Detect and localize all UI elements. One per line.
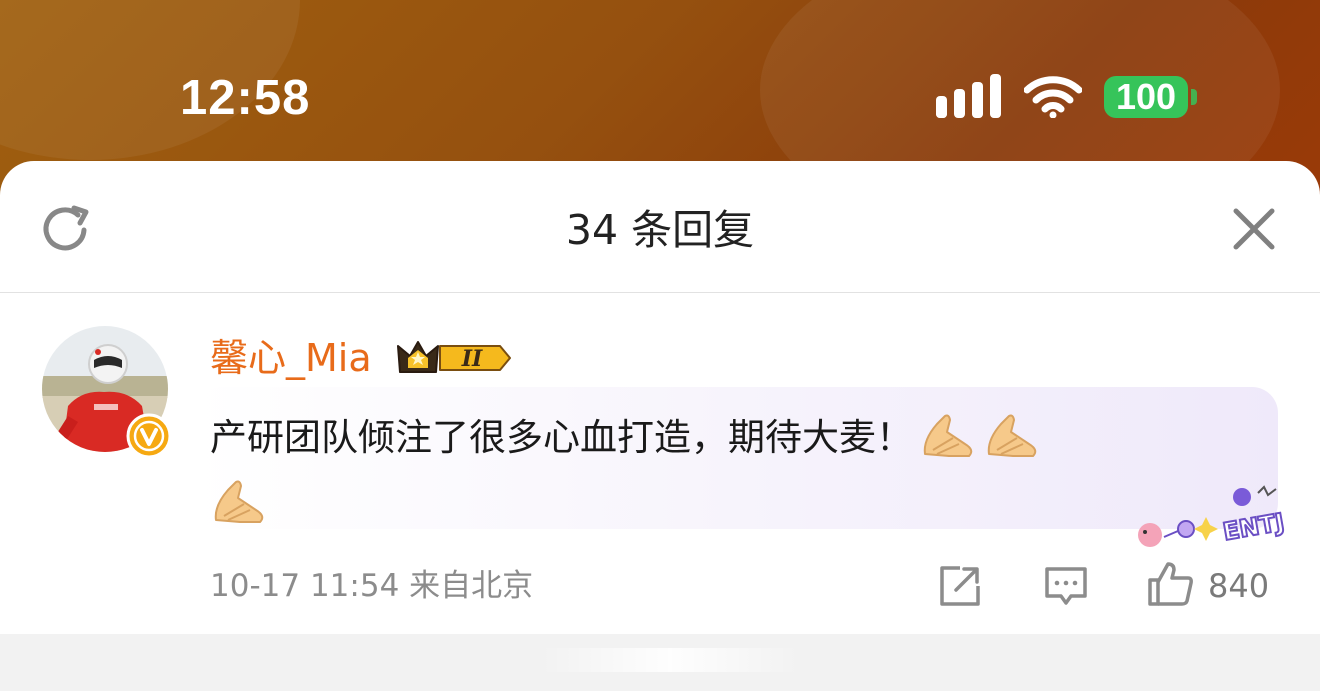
comment-date: 10-17 <box>210 568 301 604</box>
thumbs-up-icon[interactable] <box>1146 560 1194 608</box>
palms-together-emoji-icon <box>210 476 268 526</box>
comment-time: 11:54 <box>309 568 400 604</box>
comment-text: 产研团队倾注了很多心血打造，期待大麦！ <box>210 405 1250 537</box>
vip-level-text: II <box>461 346 483 372</box>
palms-together-emoji-icon <box>919 410 977 460</box>
vip-crown-icon: II <box>397 341 511 373</box>
entj-sticker-icon: ENTJ <box>1138 485 1288 547</box>
comment-meta: 10-17 11:54 来自北京 <box>210 566 533 606</box>
share-icon[interactable] <box>938 564 982 608</box>
palms-together-emoji-icon <box>983 410 1041 460</box>
battery-nub <box>1191 89 1197 105</box>
header-divider <box>0 292 1320 293</box>
wifi-icon <box>1024 76 1082 118</box>
comment-body: 产研团队倾注了很多心血打造，期待大麦！ <box>210 416 913 459</box>
bottom-fade <box>540 648 800 672</box>
reply-comment-icon[interactable] <box>1044 564 1088 608</box>
status-time: 12:58 <box>180 71 311 125</box>
close-icon[interactable] <box>1232 207 1276 251</box>
replies-title: 34 条回复 <box>565 206 755 254</box>
sticker-text: ENTJ <box>1221 508 1287 546</box>
cellular-signal-icon <box>936 74 1001 118</box>
verified-badge-icon <box>126 413 172 459</box>
battery-indicator: 100 <box>1104 76 1188 118</box>
comment-username[interactable]: 馨心_Mia <box>210 332 372 384</box>
like-count: 840 <box>1208 567 1270 605</box>
comment-location: 来自北京 <box>409 568 534 604</box>
